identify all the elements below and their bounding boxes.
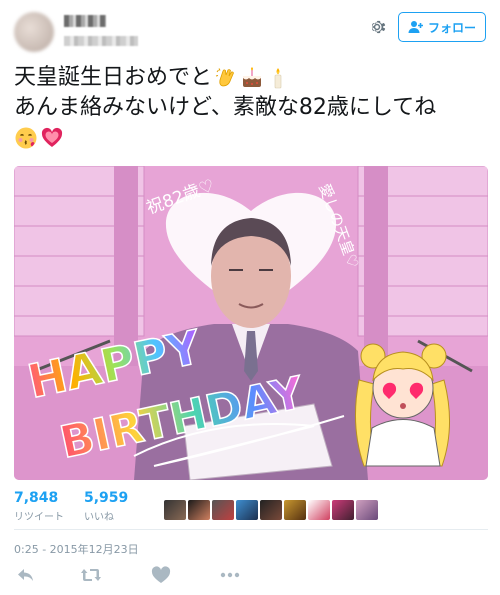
reply-icon[interactable] <box>16 566 36 584</box>
liker-avatars <box>164 500 378 520</box>
clapping-hands-emoji <box>215 68 234 87</box>
like-count: 5,959 <box>84 490 129 506</box>
liker-avatar[interactable] <box>212 500 234 520</box>
engagement-stats: 7,848 リツイート 5,959 いいね <box>14 490 494 530</box>
candle-emoji <box>274 68 282 89</box>
liker-avatar[interactable] <box>236 500 258 520</box>
follow-person-icon <box>408 21 423 33</box>
birthday-cake-emoji <box>243 67 262 87</box>
follow-button-label: フォロー <box>427 20 476 35</box>
kissing-face-emoji <box>15 127 37 149</box>
avatar[interactable] <box>14 12 54 52</box>
wall-pillar-right <box>364 166 388 366</box>
tweet-text-line2: あんま絡みないけど、素敵な82歳にしてね <box>14 95 437 120</box>
username-blurred[interactable] <box>64 36 138 46</box>
more-options-icon[interactable] <box>219 566 240 584</box>
tweet-actions <box>14 566 314 586</box>
liker-avatar[interactable] <box>308 500 330 520</box>
tweet-text-line1: 天皇誕生日おめでと <box>14 65 213 90</box>
liker-avatar[interactable] <box>188 500 210 520</box>
retweet-stat[interactable]: 7,848 リツイート <box>14 490 64 523</box>
anime-character-drawing <box>354 343 450 467</box>
liker-avatar[interactable] <box>356 500 378 520</box>
tweet-photo[interactable]: 祝82歳♡ 愛しの天皇♡ HAPPY BIRTHDAY <box>14 166 488 480</box>
display-name-blurred[interactable] <box>64 15 106 27</box>
liker-avatar[interactable] <box>332 500 354 520</box>
liker-avatar[interactable] <box>260 500 282 520</box>
like-heart-icon[interactable] <box>151 566 171 584</box>
tweet-line-1: 天皇誕生日おめでと <box>14 63 494 93</box>
like-stat[interactable]: 5,959 いいね <box>84 490 128 523</box>
heart-emoji <box>41 127 63 147</box>
stats-divider <box>14 529 488 530</box>
tweet-line-3 <box>14 123 494 153</box>
retweet-icon[interactable] <box>80 566 101 584</box>
tweet-header: フォロー <box>0 0 500 62</box>
retweet-count: 7,848 <box>14 490 59 506</box>
follow-button[interactable]: フォロー <box>398 12 486 42</box>
liker-avatar[interactable] <box>284 500 306 520</box>
gear-icon[interactable] <box>366 16 388 38</box>
tweet-timestamp[interactable]: 0:25 - 2015年12月23日 <box>14 541 139 557</box>
retweet-label: リツイート <box>14 512 64 523</box>
tweet-line-2: あんま絡みないけど、素敵な82歳にしてね <box>14 93 494 123</box>
like-label: いいね <box>84 512 114 523</box>
liker-avatar[interactable] <box>164 500 186 520</box>
tweet-text: 天皇誕生日おめでと あんま絡みないけど、素敵な82歳にしてね <box>14 63 494 153</box>
